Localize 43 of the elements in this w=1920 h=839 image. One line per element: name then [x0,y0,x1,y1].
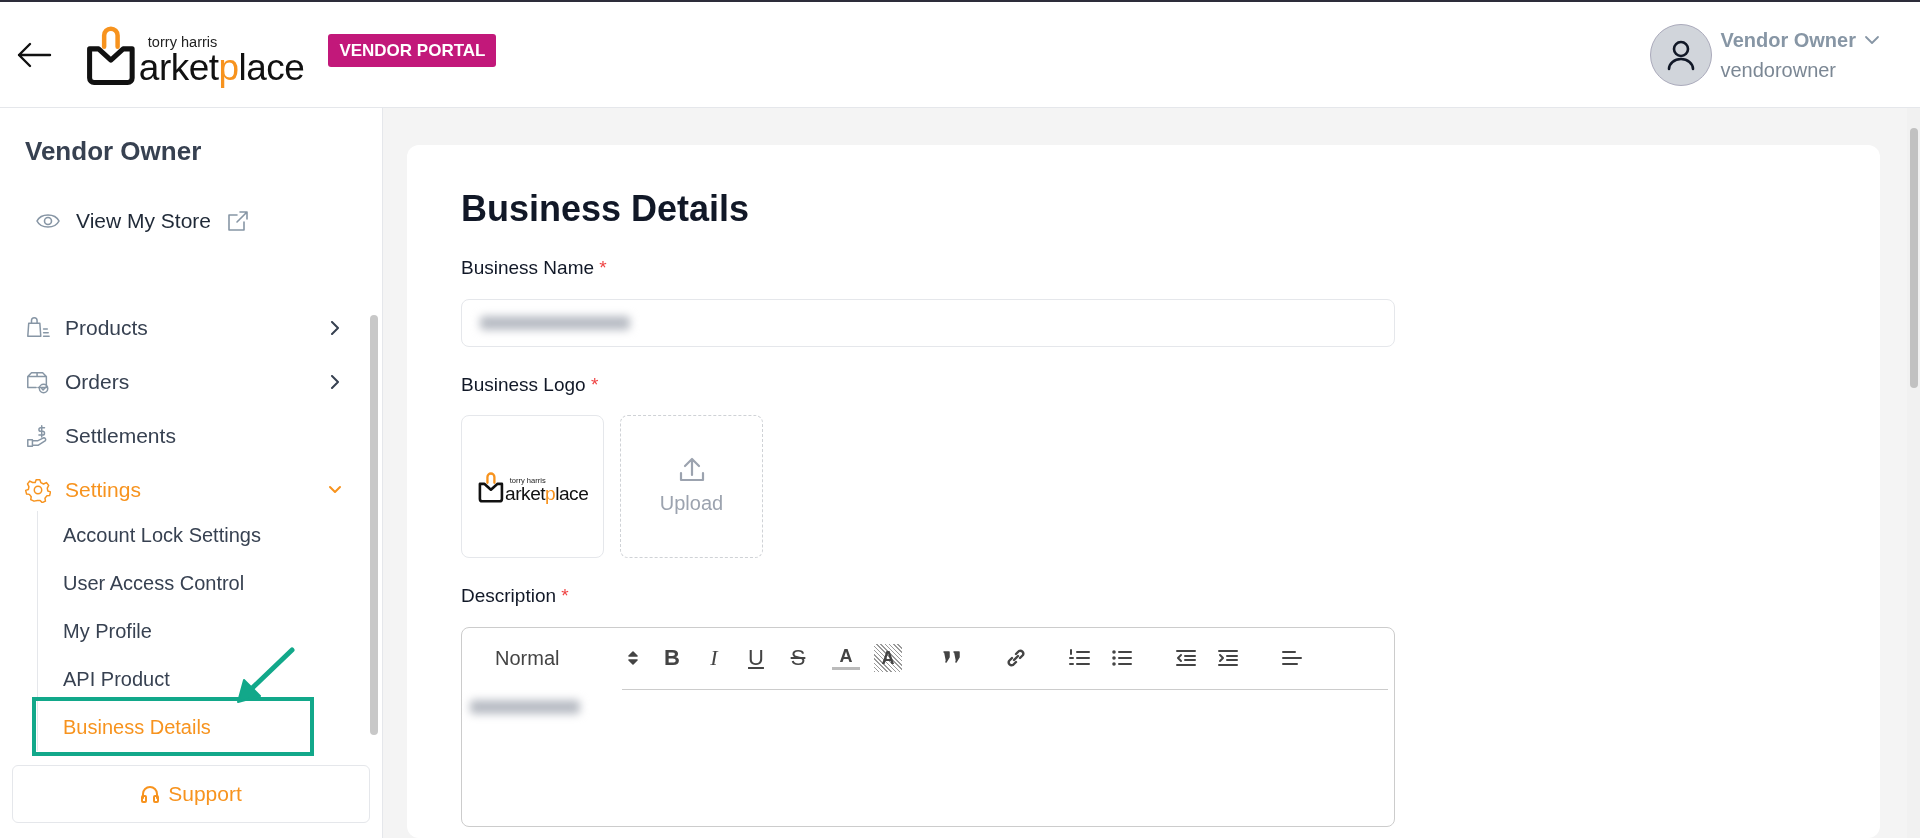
sort-arrows-icon [627,650,640,667]
logo-wordmark: arketplace [505,484,589,504]
logo-wordmark: arketplace [138,50,305,87]
back-arrow-icon [16,40,52,69]
field-label: Description [461,585,557,607]
sidebar-item[interactable]: Products [0,300,382,355]
text-field[interactable] [461,298,1395,347]
submenu-item[interactable]: User Access Control [63,558,245,607]
submenu-item[interactable]: My Profile [63,606,152,655]
portal-badge: VENDOR PORTAL [328,33,497,68]
italic-button[interactable]: I [700,644,728,673]
text-color-button[interactable]: A [832,644,860,671]
annotation-arrow [234,646,298,704]
required-mark: * [599,257,607,279]
logo-tagline: torry harris [147,35,218,50]
scrollbar[interactable] [370,314,378,735]
settings-icon [25,476,51,503]
user-name: Vendor Owner [1720,27,1856,53]
chevron-down-icon[interactable] [1864,34,1880,45]
scrollbar[interactable] [1907,108,1920,838]
back-button[interactable] [16,40,52,69]
required-mark: * [561,585,569,607]
highlight-color-button[interactable]: A [874,644,902,673]
underline-button[interactable]: U [742,644,770,673]
upload-icon [677,455,706,484]
sidebar-title: Vendor Owner [24,135,203,168]
store-link[interactable]: View My Store [36,205,382,237]
page-title: Business Details [461,187,751,231]
field-label: Business Logo [461,373,586,395]
sidebar-item[interactable]: Orders [0,354,382,409]
text-editor[interactable]: Normal B I U S A A [461,626,1395,827]
field-label: Business Name [461,257,595,279]
eye-icon [36,211,60,230]
strikethrough-button[interactable]: S [784,644,812,673]
headphones-icon [140,783,161,804]
format-dropdown[interactable]: Normal [489,642,646,675]
user-login: vendorowner [1720,57,1838,83]
bold-button[interactable]: B [658,644,686,673]
submenu-item[interactable]: API Product [63,654,170,703]
external-link-icon [227,209,249,232]
sidebar-item[interactable]: Settlements [0,408,382,463]
required-mark: * [590,373,599,395]
bag-logo-icon [476,469,505,504]
